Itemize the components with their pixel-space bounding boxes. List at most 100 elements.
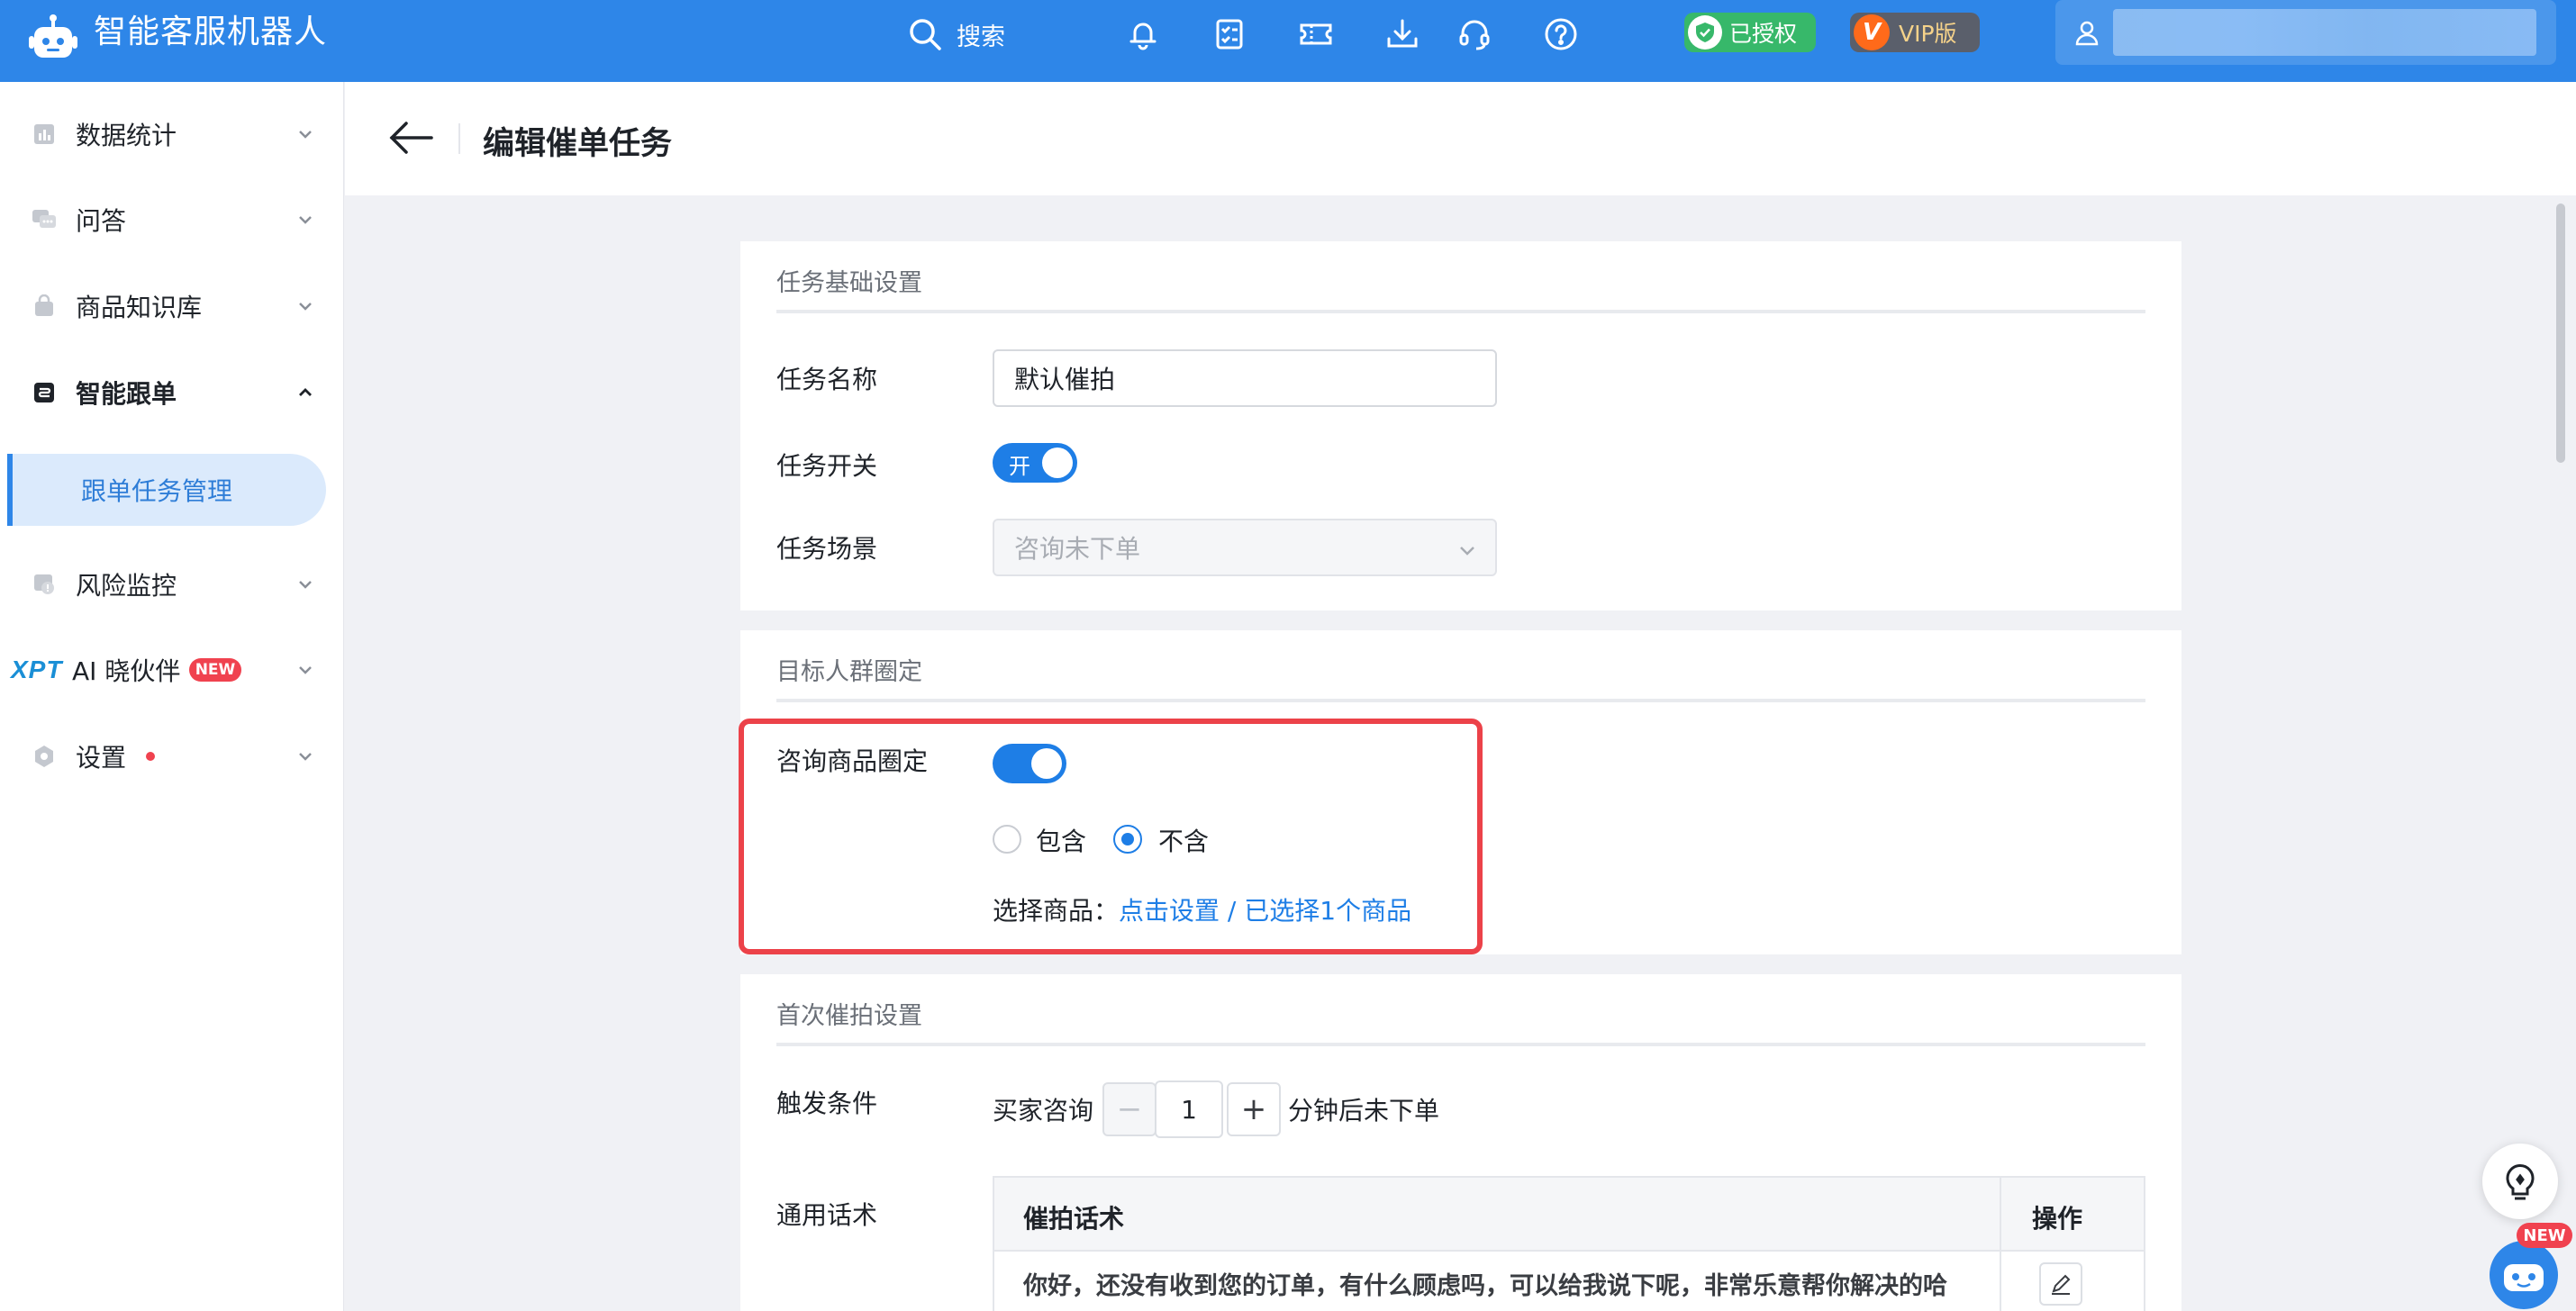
sidebar-item-label: 智能跟单	[76, 379, 177, 409]
headset-icon[interactable]	[1456, 15, 1493, 53]
vip-badge[interactable]: V VIP版	[1850, 13, 1980, 52]
product-scope-toggle[interactable]	[993, 744, 1066, 783]
new-badge: NEW	[189, 658, 241, 682]
chevron-down-icon	[1460, 547, 1474, 556]
sidebar-item-data-stats[interactable]: 数据统计	[0, 103, 344, 166]
header-divider	[458, 123, 460, 154]
vip-logo-icon: V	[1854, 14, 1890, 50]
table-header: 催拍话术 操作	[994, 1178, 2144, 1252]
target-audience-card: 目标人群圈定 咨询商品圈定 包含 不含 选择商品：点击设置 / 已选择1个商品	[740, 630, 2181, 954]
chevron-down-icon	[299, 216, 312, 224]
minutes-input[interactable]: 1	[1155, 1080, 1223, 1138]
sidebar-item-ai-partner[interactable]: XPT AI 晓伙伴 NEW	[0, 638, 344, 701]
order-icon	[31, 379, 58, 406]
sidebar-item-qa[interactable]: 问答	[0, 188, 344, 251]
xpt-logo: XPT	[11, 656, 63, 683]
trigger-label: 触发条件	[776, 1089, 878, 1118]
chevron-down-icon	[299, 131, 312, 139]
tips-button[interactable]	[2482, 1144, 2558, 1219]
sidebar-item-label: AI 晓伙伴	[72, 656, 181, 686]
chevron-down-icon	[299, 581, 312, 589]
column-header-action: 操作	[2032, 1204, 2083, 1234]
section-title: 目标人群圈定	[776, 658, 922, 686]
app-title: 智能客服机器人	[94, 14, 328, 50]
authorized-label: 已授权	[1729, 21, 1798, 47]
exclude-radio[interactable]	[1113, 825, 1142, 854]
bag-icon	[31, 293, 58, 320]
sidebar-subitem-followup-tasks[interactable]: 跟单任务管理	[7, 454, 326, 526]
increment-button[interactable]: +	[1227, 1082, 1281, 1136]
bell-icon[interactable]	[1124, 15, 1162, 53]
column-divider	[2000, 1178, 2001, 1311]
chevron-down-icon	[299, 753, 312, 761]
edit-button[interactable]	[2039, 1262, 2082, 1306]
chat-icon	[31, 206, 58, 233]
task-name-input[interactable]: 默认催拍	[993, 349, 1497, 407]
chevron-down-icon	[299, 666, 312, 674]
chart-icon	[31, 121, 58, 148]
new-badge: NEW	[2517, 1223, 2572, 1248]
sidebar-item-settings[interactable]: 设置	[0, 725, 344, 788]
switch-knob	[1042, 448, 1073, 478]
chevron-down-icon	[299, 303, 312, 311]
top-bar: 智能客服机器人 搜索 已授权 V VIP版	[0, 0, 2576, 82]
search-label: 搜索	[957, 23, 1005, 51]
user-name-redacted	[2113, 9, 2536, 56]
choose-product-row: 选择商品：点击设置 / 已选择1个商品	[993, 891, 1411, 927]
back-arrow-icon[interactable]	[388, 118, 435, 158]
task-name-label: 任务名称	[776, 365, 878, 394]
user-menu[interactable]	[2055, 0, 2556, 65]
robot-logo-icon	[29, 14, 77, 58]
page-header: 编辑催单任务	[345, 82, 2576, 195]
settings-icon	[31, 743, 58, 770]
sidebar-subitem-label: 跟单任务管理	[81, 476, 233, 506]
exclude-label: 不含	[1158, 827, 1210, 856]
sidebar-item-label: 风险监控	[76, 571, 177, 601]
script-label: 通用话术	[776, 1200, 878, 1230]
authorized-badge[interactable]: 已授权	[1684, 13, 1816, 52]
decrement-button[interactable]: −	[1102, 1082, 1156, 1136]
choose-product-link[interactable]: 点击设置 / 已选择1个商品	[1119, 896, 1411, 926]
page-title: 编辑催单任务	[483, 126, 673, 162]
sidebar: 数据统计 问答 商品知识库 智能跟单 跟单任务管理 风险监控 XPT AI 晓伙…	[0, 82, 344, 1311]
task-scene-value: 咨询未下单	[1014, 534, 1141, 564]
section-title: 首次催拍设置	[776, 1002, 922, 1030]
sidebar-item-product-kb[interactable]: 商品知识库	[0, 275, 344, 338]
scrollbar-thumb[interactable]	[2556, 203, 2565, 463]
search-icon	[910, 19, 941, 50]
trigger-suffix: 分钟后未下单	[1288, 1096, 1440, 1126]
download-icon[interactable]	[1383, 15, 1421, 53]
vip-label: VIP版	[1899, 21, 1957, 47]
user-icon	[2075, 21, 2099, 46]
section-title: 任务基础设置	[776, 269, 922, 297]
chevron-up-icon	[299, 388, 312, 396]
section-divider	[776, 310, 2145, 313]
task-scene-label: 任务场景	[776, 534, 878, 564]
help-icon[interactable]	[1542, 15, 1580, 53]
column-header-script: 催拍话术	[1023, 1204, 1125, 1234]
basic-settings-card: 任务基础设置 任务名称 默认催拍 任务开关 开 任务场景 咨询未下单	[740, 241, 2181, 610]
include-label: 包含	[1036, 827, 1087, 856]
sidebar-item-label: 问答	[76, 206, 127, 236]
notification-dot	[146, 752, 155, 761]
sidebar-item-label: 数据统计	[76, 121, 177, 150]
sidebar-item-smart-followup[interactable]: 智能跟单	[0, 361, 344, 424]
pencil-icon	[2052, 1274, 2071, 1295]
section-divider	[776, 1043, 2145, 1046]
checklist-icon[interactable]	[1211, 15, 1248, 53]
switch-knob	[1031, 748, 1062, 779]
script-text-cell: 你好，还没有收到您的订单，有什么顾虑吗，可以给我说下呢，非常乐意帮你解决的哈	[1023, 1272, 1947, 1300]
sidebar-item-label: 商品知识库	[76, 293, 203, 322]
task-switch-toggle[interactable]: 开	[993, 443, 1077, 483]
task-scene-select: 咨询未下单	[993, 519, 1497, 576]
shield-check-icon	[1688, 15, 1722, 50]
product-scope-label: 咨询商品圈定	[776, 746, 929, 776]
switch-on-text: 开	[1009, 454, 1030, 479]
lightbulb-icon	[2506, 1164, 2535, 1200]
sidebar-item-risk-monitor[interactable]: 风险监控	[0, 553, 344, 616]
include-radio[interactable]	[993, 825, 1021, 854]
search-button[interactable]: 搜索	[908, 14, 1005, 54]
ticket-icon[interactable]	[1297, 15, 1335, 53]
sidebar-item-label: 设置	[76, 743, 127, 773]
risk-icon	[31, 571, 58, 598]
